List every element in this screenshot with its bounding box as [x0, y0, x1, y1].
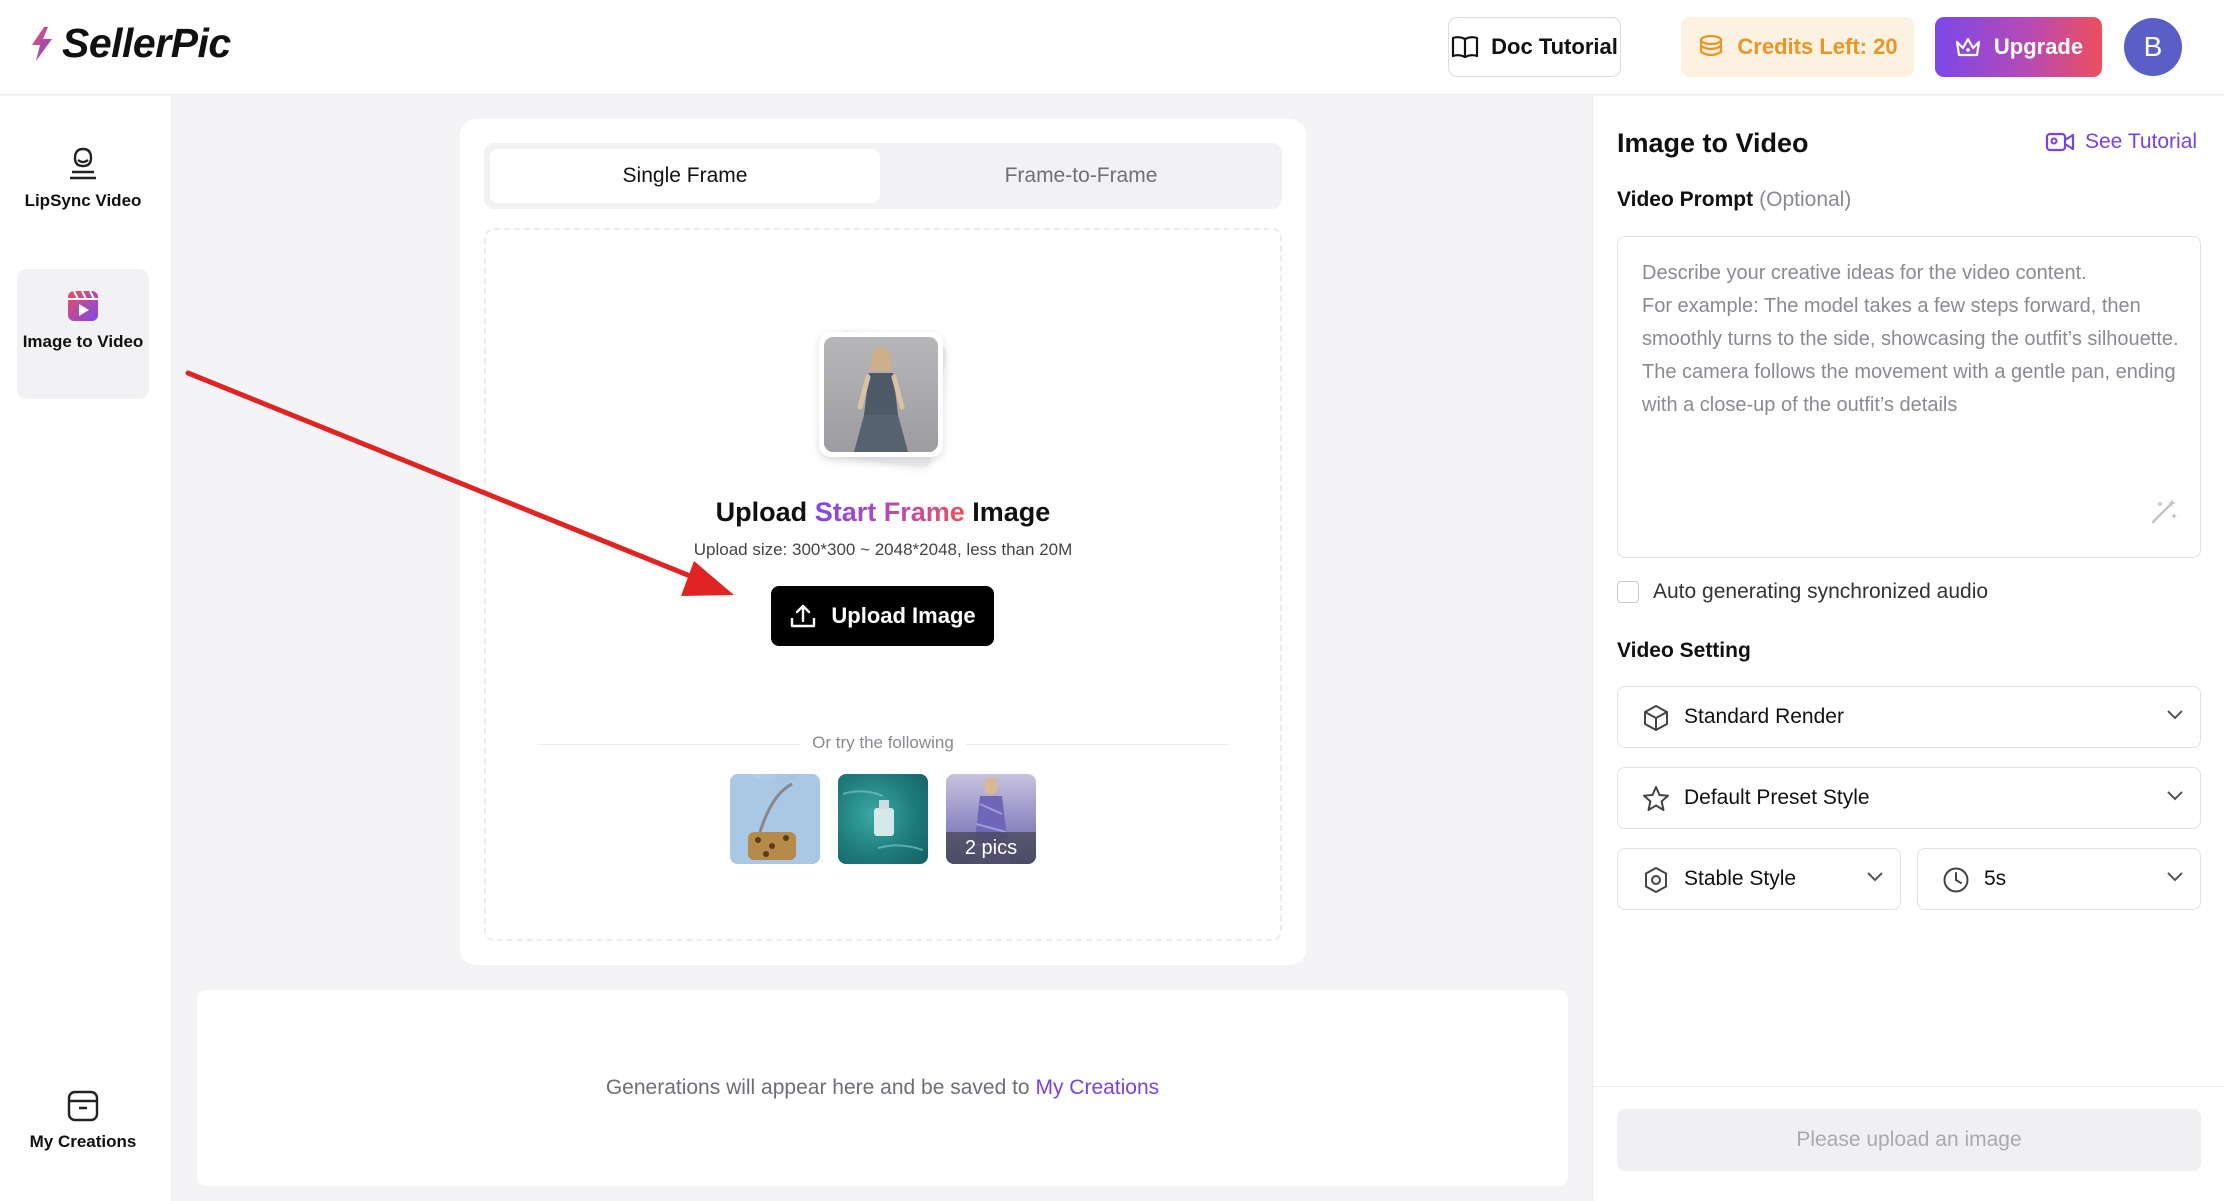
credits-label: Credits Left: 20 — [1737, 34, 1898, 59]
doc-tutorial-button[interactable]: Doc Tutorial — [1448, 17, 1621, 77]
video-setting-label: Video Setting — [1617, 639, 1751, 662]
start-frame-preview — [819, 332, 943, 457]
clock-icon — [1943, 867, 1969, 893]
tab-frame-to-frame[interactable]: Frame-to-Frame — [886, 149, 1276, 203]
upload-size-hint: Upload size: 300*300 ~ 2048*2048, less t… — [693, 540, 1073, 559]
video-prompt-optional: (Optional) — [1759, 188, 1852, 211]
duration-select[interactable]: 5s — [1917, 848, 2201, 910]
chevron-down-icon — [1867, 872, 1883, 882]
settings-panel: Image to Video See Tutorial Video Prompt… — [1592, 96, 2224, 1201]
auto-audio-label: Auto generating synchronized audio — [1653, 580, 1989, 603]
crown-icon — [1955, 37, 1980, 57]
sample-thumbnail-perfume[interactable] — [838, 774, 928, 864]
video-camera-icon — [2045, 132, 2075, 152]
generate-button[interactable]: Please upload an image — [1617, 1109, 2201, 1171]
stability-value: Stable Style — [1684, 867, 1797, 890]
chevron-down-icon — [2167, 872, 2183, 882]
video-prompt-placeholder: Describe your creative ideas for the vid… — [1642, 262, 2179, 416]
stability-select[interactable]: Stable Style — [1617, 848, 1901, 910]
try-following-label: Or try the following — [460, 733, 1306, 753]
magic-wand-icon[interactable] — [2148, 495, 2180, 527]
doc-tutorial-label: Doc Tutorial — [1491, 34, 1618, 59]
sidebar-item-lipsync-video[interactable]: LipSync Video — [17, 146, 149, 212]
image-to-video-icon — [68, 290, 98, 321]
sidebar-item-label: LipSync Video — [24, 191, 142, 210]
auto-audio-option[interactable]: Auto generating synchronized audio — [1617, 580, 1988, 604]
book-icon — [1452, 36, 1479, 59]
credits-button[interactable]: Credits Left: 20 — [1681, 17, 1914, 77]
upload-icon — [791, 604, 816, 628]
see-tutorial-label: See Tutorial — [2085, 130, 2198, 153]
sidebar-item-label: My Creations — [29, 1132, 137, 1151]
duration-value: 5s — [1984, 867, 2007, 890]
preset-style-select[interactable]: Default Preset Style — [1617, 767, 2201, 829]
tab-single-frame[interactable]: Single Frame — [490, 149, 880, 203]
cube-icon — [1644, 705, 1668, 731]
logo-bolt-icon — [32, 26, 52, 61]
my-creations-link[interactable]: My Creations — [1035, 1076, 1159, 1099]
upload-title: Upload Start Frame Image — [460, 497, 1306, 528]
chevron-down-icon — [2167, 710, 2183, 720]
render-value: Standard Render — [1684, 705, 1844, 728]
upload-image-button[interactable]: Upload Image — [771, 586, 994, 646]
generations-message: Generations will appear here and be save… — [197, 1076, 1568, 1100]
archive-icon — [67, 1090, 99, 1122]
generations-text: Generations will appear here and be save… — [605, 1076, 1030, 1099]
sample-thumbnail-dress[interactable]: 2 pics — [946, 774, 1036, 864]
render-select[interactable]: Standard Render — [1617, 686, 2201, 748]
model-photo — [824, 337, 938, 452]
preset-style-value: Default Preset Style — [1684, 786, 1870, 809]
frame-tabs: Single Frame Frame-to-Frame — [484, 143, 1282, 209]
sample-bag-image — [730, 774, 820, 864]
logo[interactable]: SellerPic — [26, 20, 231, 67]
see-tutorial-link[interactable]: See Tutorial — [2045, 130, 2197, 154]
top-header: SellerPic Doc Tutorial Credits Left: 20 … — [0, 0, 2224, 95]
sample-thumbnail-bag[interactable] — [730, 774, 820, 864]
upload-title-highlight: Start Frame — [814, 497, 965, 527]
submit-bar: Please upload an image — [1593, 1086, 2224, 1201]
star-icon — [1643, 786, 1669, 811]
sample-perfume-image — [842, 790, 924, 851]
model-figure-image — [854, 347, 908, 452]
video-prompt-textarea[interactable]: Describe your creative ideas for the vid… — [1617, 236, 2201, 558]
sidebar-item-my-creations[interactable]: My Creations — [17, 1089, 149, 1153]
try-following-text: Or try the following — [800, 733, 966, 752]
stable-style-icon — [1645, 867, 1667, 893]
user-avatar[interactable]: B — [2124, 18, 2182, 76]
upload-card: Single Frame Frame-to-Frame Upload Start… — [460, 119, 1306, 965]
lipsync-icon — [70, 147, 96, 180]
sidebar-item-label: Image to Video — [22, 332, 144, 351]
app-root: SellerPic Doc Tutorial Credits Left: 20 … — [0, 0, 2224, 1201]
sidebar-item-image-to-video[interactable]: Image to Video — [17, 269, 149, 399]
generations-panel: Generations will appear here and be save… — [197, 990, 1568, 1186]
upload-title-suffix: Image — [972, 497, 1051, 527]
auto-audio-checkbox[interactable] — [1617, 581, 1639, 603]
upgrade-button[interactable]: Upgrade — [1935, 17, 2102, 77]
panel-title: Image to Video — [1617, 128, 1809, 158]
upgrade-label: Upgrade — [1993, 34, 2084, 59]
upload-image-label: Upload Image — [831, 603, 976, 628]
logo-text: SellerPic — [62, 20, 231, 66]
video-prompt-label: Video Prompt (Optional) — [1617, 188, 1851, 212]
chevron-down-icon — [2167, 791, 2183, 801]
sidebar-nav: LipSync Video Image to Video My Creation… — [0, 96, 172, 1201]
video-prompt-title: Video Prompt — [1617, 188, 1754, 211]
sample-count-caption: 2 pics — [946, 832, 1036, 864]
upload-title-prefix: Upload — [715, 497, 808, 527]
coins-icon — [1700, 34, 1723, 57]
